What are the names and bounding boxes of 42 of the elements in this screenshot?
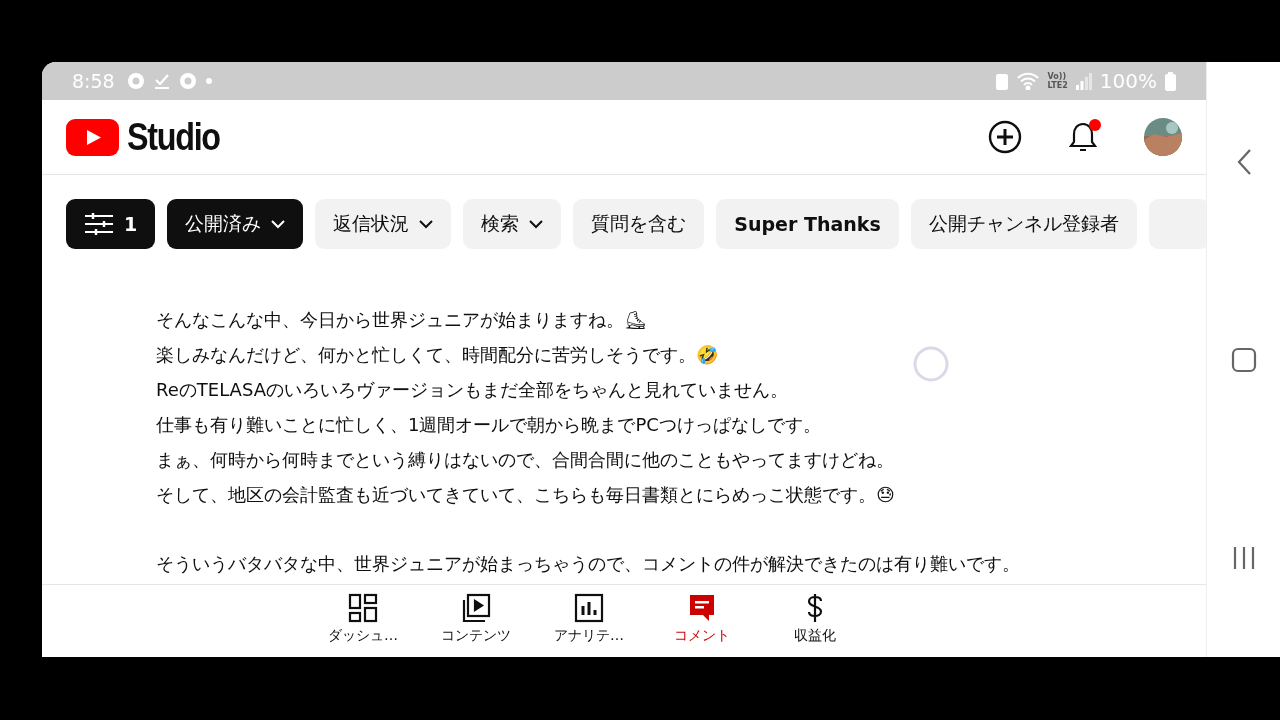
create-icon[interactable] — [988, 120, 1022, 154]
comment-text: そういうバタバタな中、世界ジュニアが始まっちゃうので、コメントの件が解決できたのは有り難いです。 — [156, 552, 1020, 576]
nav-tab[interactable]: 収益化 — [758, 585, 872, 657]
filter-chip[interactable]: 質問を含む — [573, 199, 705, 249]
signal-icon — [1075, 72, 1092, 90]
nav-tab[interactable]: コンテンツ — [419, 585, 533, 657]
comment-text: まぁ、何時から何時までという縛りはないので、合間合間に他のこともやってますけどね。 — [156, 448, 894, 472]
play-logo-icon — [66, 118, 119, 156]
comment-text: 仕事も有り難いことに忙しく、1週間オールで朝から晩までPCつけっぱなしです。 — [156, 413, 821, 437]
avatar[interactable] — [1144, 118, 1182, 156]
logo-text: Studio — [127, 115, 220, 159]
comment-icon — [687, 593, 717, 623]
network-label: LTE2 — [1047, 81, 1068, 90]
browser-icon — [126, 72, 145, 90]
nav-tab[interactable]: コメント — [645, 585, 759, 657]
bell-icon[interactable] — [1068, 120, 1098, 154]
loading-ring-icon — [912, 345, 950, 383]
bar-chart-icon — [574, 593, 604, 623]
filter-chip[interactable]: 公開チャンネル登録者 — [910, 199, 1137, 249]
comment-text: そんなこんな中、今日から世界ジュニアが始まりますね。⛸ — [156, 308, 647, 332]
nav-tab[interactable]: アナリテ… — [532, 585, 646, 657]
comment-text: 楽しみなんだけど、何かと忙しくて、時間配分に苦労しそうです。🤣 — [156, 343, 718, 367]
battery-icon — [1165, 71, 1176, 91]
filter-chip[interactable]: 公開済み — [167, 199, 304, 249]
nav-tab[interactable]: ダッシュ… — [306, 585, 420, 657]
comment-text: そして、地区の会計監査も近づいてきていて、こちらも毎日書類とにらめっこ状態です。😓 — [156, 483, 895, 507]
dot-icon — [204, 77, 213, 85]
back-icon[interactable] — [1235, 147, 1252, 176]
comment-text: ReのTELASAのいろいろヴァージョンもまだ全部をちゃんと見れていません。 — [156, 378, 788, 402]
filter-chip[interactable]: 検索 — [463, 199, 562, 249]
filter-chip[interactable]: Super Thanks — [716, 199, 899, 249]
browser-icon — [178, 72, 197, 90]
filter-icon — [84, 212, 114, 236]
filter-chip[interactable]: 1 — [66, 199, 156, 249]
filter-chip[interactable]: 返信状況 — [315, 199, 452, 249]
volte-label: Vo)) — [1047, 72, 1068, 81]
check-icon — [152, 72, 171, 90]
dashboard-icon — [348, 593, 378, 623]
battery-saver-icon — [995, 72, 1008, 90]
video-library-icon — [461, 593, 491, 623]
wifi-icon — [1015, 72, 1040, 90]
home-icon[interactable] — [1230, 347, 1257, 374]
